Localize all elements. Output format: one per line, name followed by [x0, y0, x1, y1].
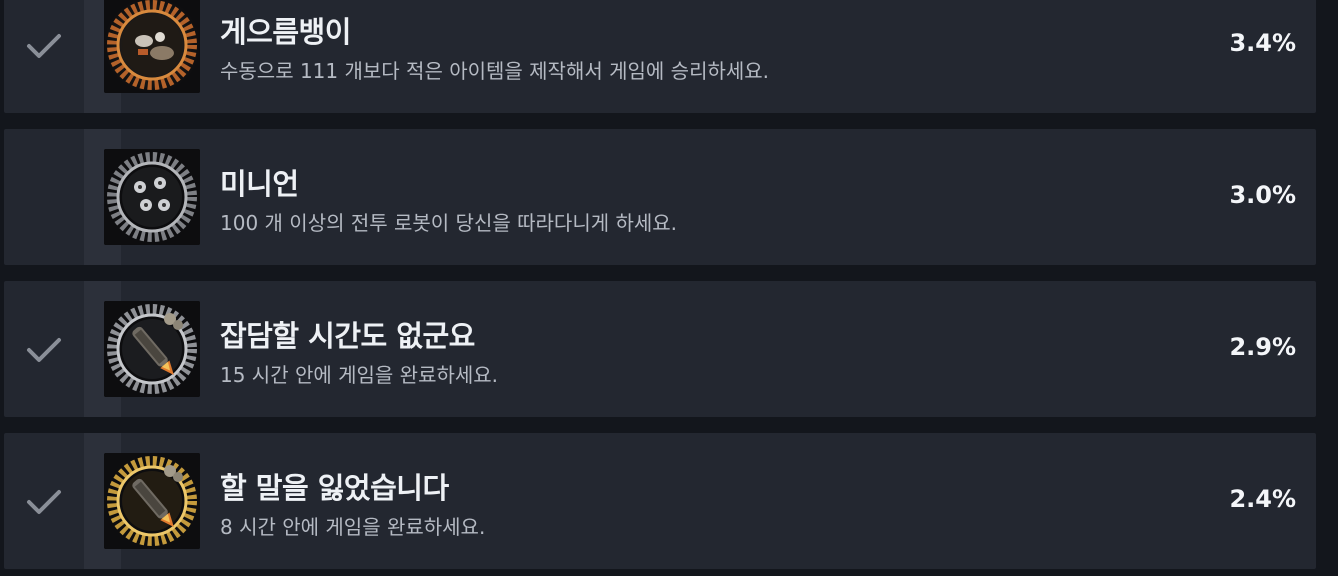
achievement-list: 게으름뱅이 수동으로 111 개보다 적은 아이템을 제작해서 게임에 승리하세…	[0, 0, 1338, 576]
status-column	[4, 281, 84, 417]
achievement-title: 잡담할 시간도 없군요	[220, 319, 475, 353]
achievement-row[interactable]: 미니언 100 개 이상의 전투 로봇이 당신을 따라다니게 하세요. 3.0%	[4, 129, 1316, 265]
unlock-percentage: 3.0%	[1229, 181, 1296, 209]
unlock-percentage: 3.4%	[1229, 29, 1296, 57]
achievement-description: 15 시간 안에 게임을 완료하세요.	[220, 363, 499, 387]
achievement-description: 100 개 이상의 전투 로봇이 당신을 따라다니게 하세요.	[220, 211, 678, 235]
achievement-row[interactable]: 할 말을 잃었습니다 8 시간 안에 게임을 완료하세요. 2.4%	[4, 433, 1316, 569]
checkmark-icon	[27, 338, 61, 362]
checkmark-icon	[27, 34, 61, 58]
achievement-title: 게으름뱅이	[220, 15, 351, 49]
unlock-percentage: 2.4%	[1229, 485, 1296, 513]
checkmark-icon	[27, 490, 61, 514]
achievement-row[interactable]: 잡담할 시간도 없군요 15 시간 안에 게임을 완료하세요. 2.9%	[4, 281, 1316, 417]
status-column	[4, 433, 84, 569]
minions-icon	[104, 149, 200, 245]
achievement-description: 수동으로 111 개보다 적은 아이템을 제작해서 게임에 승리하세요.	[220, 59, 770, 83]
rocket-silver-icon	[104, 301, 200, 397]
unlock-percentage: 2.9%	[1229, 333, 1296, 361]
achievement-title: 미니언	[220, 167, 299, 201]
rocket-gold-icon	[104, 453, 200, 549]
achievement-title: 할 말을 잃었습니다	[220, 471, 449, 505]
status-column	[4, 0, 84, 113]
lazy-bastard-icon	[104, 0, 200, 93]
status-column	[4, 129, 84, 265]
achievement-description: 8 시간 안에 게임을 완료하세요.	[220, 515, 486, 539]
achievement-row[interactable]: 게으름뱅이 수동으로 111 개보다 적은 아이템을 제작해서 게임에 승리하세…	[4, 0, 1316, 113]
